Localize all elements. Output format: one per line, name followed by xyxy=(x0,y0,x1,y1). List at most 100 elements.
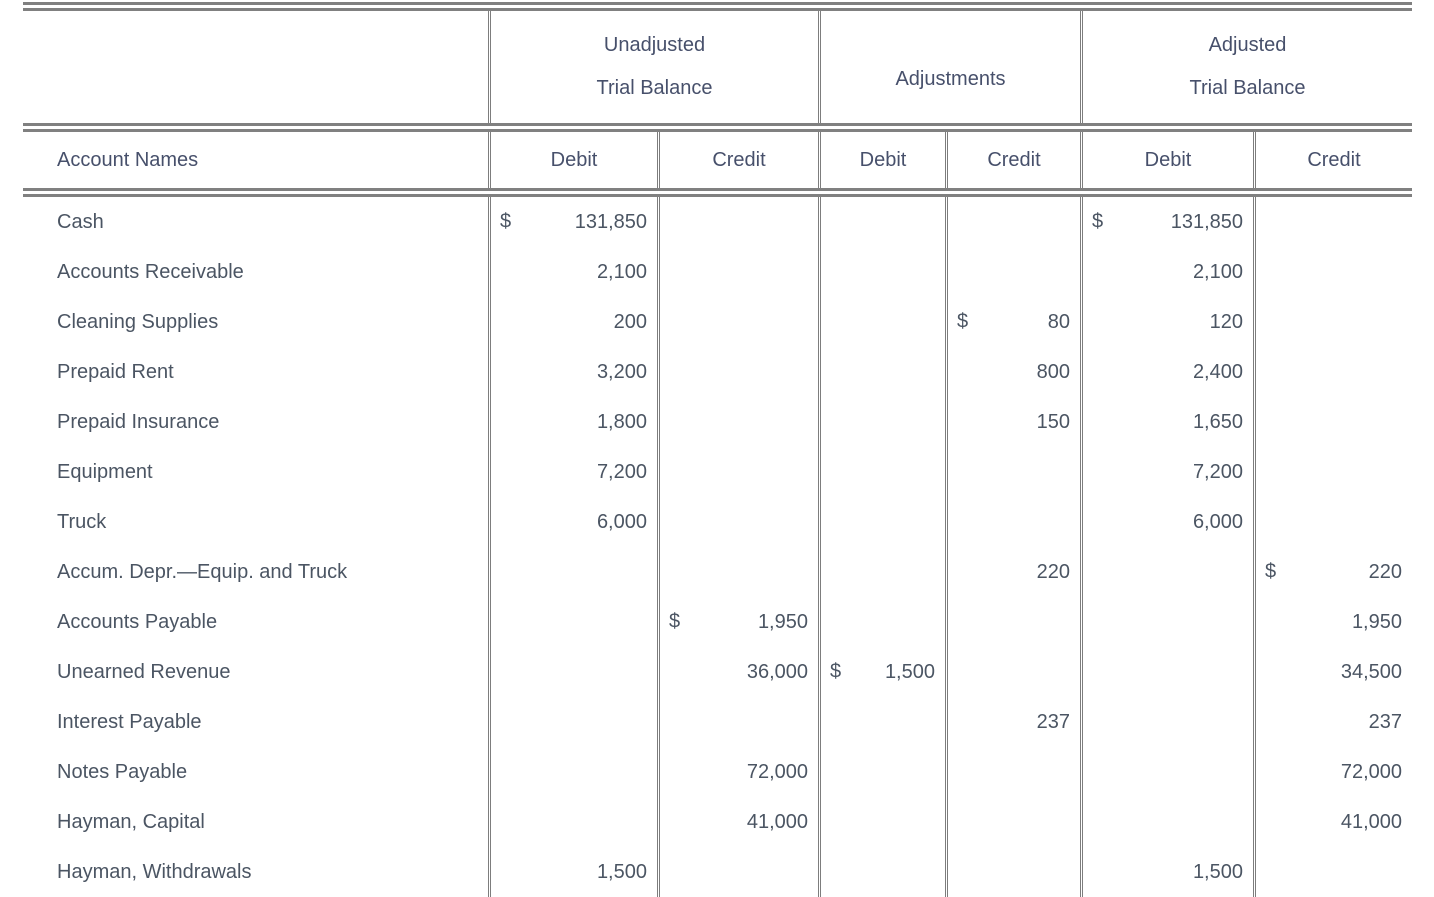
cell-utb-credit xyxy=(657,497,818,547)
currency-symbol: $ xyxy=(957,310,969,333)
amount-value: 800 xyxy=(1036,360,1070,383)
cell-adj-debit xyxy=(818,347,945,397)
cell-atb-credit: 1,950 xyxy=(1253,597,1412,647)
cell-adj-credit xyxy=(945,197,1080,247)
cell-atb-credit xyxy=(1253,297,1412,347)
currency-symbol: $ xyxy=(500,210,512,233)
table-row: Prepaid Rent 3,200 800 2,400 xyxy=(23,347,1412,397)
cell-utb-credit xyxy=(657,697,818,747)
cell-utb-debit xyxy=(488,747,657,797)
cell-adj-credit: 237 xyxy=(945,697,1080,747)
cell-atb-credit: 41,000 xyxy=(1253,797,1412,847)
table-row: Hayman, Withdrawals 1,500 1,500 xyxy=(23,847,1412,897)
cell-utb-debit xyxy=(488,797,657,847)
amount-value: 7,200 xyxy=(1192,460,1243,483)
amount-value: 2,100 xyxy=(596,260,647,283)
cell-account-name: Interest Payable xyxy=(57,710,202,733)
cell-utb-debit xyxy=(488,647,657,697)
cell-adj-debit xyxy=(818,247,945,297)
amount-value: 72,000 xyxy=(1340,760,1402,783)
cell-utb-credit xyxy=(657,547,818,597)
cell-utb-credit xyxy=(657,347,818,397)
cell-account-name: Cleaning Supplies xyxy=(57,310,219,333)
cell-adj-debit xyxy=(818,547,945,597)
currency-symbol: $ xyxy=(1265,560,1277,583)
cell-adj-credit xyxy=(945,497,1080,547)
cell-atb-debit xyxy=(1080,647,1253,697)
amount-value: 41,000 xyxy=(1340,810,1402,833)
amount-value: 41,000 xyxy=(746,810,808,833)
amount-value: 1,650 xyxy=(1192,410,1243,433)
cell-utb-debit xyxy=(488,697,657,747)
amount-value: 1,800 xyxy=(596,410,647,433)
cell-atb-debit xyxy=(1080,797,1253,847)
header-group-unadjusted-trial-balance: Unadjusted Trial Balance xyxy=(488,11,818,123)
table-top-rule xyxy=(23,2,1412,11)
amount-value: 150 xyxy=(1036,410,1070,433)
cell-adj-debit xyxy=(818,697,945,747)
cell-account-name: Hayman, Withdrawals xyxy=(57,860,252,883)
cell-account-name: Unearned Revenue xyxy=(57,660,231,683)
header-divider-rule xyxy=(23,123,1412,132)
cell-adj-debit: $1,500 xyxy=(818,647,945,697)
header-group-adjusted-trial-balance: Adjusted Trial Balance xyxy=(1080,11,1412,123)
amount-value: 72,000 xyxy=(746,760,808,783)
amount-value: 7,200 xyxy=(596,460,647,483)
header-group-line1: Unadjusted xyxy=(603,34,706,56)
cell-account-name: Cash xyxy=(57,210,104,233)
cell-account-name: Accounts Receivable xyxy=(57,260,244,283)
table-row: Notes Payable 72,000 72,000 xyxy=(23,747,1412,797)
cell-atb-debit xyxy=(1080,547,1253,597)
cell-utb-credit xyxy=(657,447,818,497)
cell-account-name: Accum. Depr.—Equip. and Truck xyxy=(57,560,348,583)
column-header-utb-credit: Credit xyxy=(657,132,818,188)
cell-adj-debit xyxy=(818,747,945,797)
cell-atb-credit: 237 xyxy=(1253,697,1412,747)
cell-adj-debit xyxy=(818,447,945,497)
cell-adj-debit xyxy=(818,197,945,247)
header-group-line2: Trial Balance xyxy=(1189,77,1306,99)
currency-symbol: $ xyxy=(830,660,842,683)
rule-segment xyxy=(23,188,1412,197)
table-row: Prepaid Insurance 1,800 150 1,650 xyxy=(23,397,1412,447)
cell-account-name: Accounts Payable xyxy=(57,610,218,633)
column-header-account-names: Account Names xyxy=(57,148,199,171)
amount-value: 1,950 xyxy=(1351,610,1402,633)
cell-utb-debit: $131,850 xyxy=(488,197,657,247)
amount-value: 6,000 xyxy=(1192,510,1243,533)
column-header-adj-debit: Debit xyxy=(818,132,945,188)
cell-atb-credit: 72,000 xyxy=(1253,747,1412,797)
cell-utb-debit: 1,800 xyxy=(488,397,657,447)
amount-value: 2,100 xyxy=(1192,260,1243,283)
cell-atb-debit: 2,400 xyxy=(1080,347,1253,397)
header-group-adjustments: Adjustments xyxy=(818,11,1080,123)
table-row: Unearned Revenue 36,000 $1,500 34,500 xyxy=(23,647,1412,697)
cell-utb-debit: 7,200 xyxy=(488,447,657,497)
cell-utb-debit: 3,200 xyxy=(488,347,657,397)
cell-atb-debit: 6,000 xyxy=(1080,497,1253,547)
cell-adj-credit xyxy=(945,597,1080,647)
cell-atb-credit: 34,500 xyxy=(1253,647,1412,697)
cell-atb-credit xyxy=(1253,447,1412,497)
header-group-line2: Adjustments xyxy=(895,67,1006,90)
amount-value: 1,500 xyxy=(1192,860,1243,883)
cell-adj-credit xyxy=(945,647,1080,697)
cell-atb-debit: 1,650 xyxy=(1080,397,1253,447)
rule-segment xyxy=(23,123,1412,132)
cell-atb-debit: 1,500 xyxy=(1080,847,1253,897)
header-group-account-names xyxy=(23,11,488,123)
cell-adj-debit xyxy=(818,797,945,847)
cell-adj-debit xyxy=(818,597,945,647)
amount-value: 220 xyxy=(1036,560,1070,583)
cell-utb-credit xyxy=(657,847,818,897)
cell-atb-credit: $220 xyxy=(1253,547,1412,597)
amount-value: 1,950 xyxy=(757,610,808,633)
cell-utb-debit xyxy=(488,547,657,597)
cell-adj-credit xyxy=(945,747,1080,797)
amount-value: 131,850 xyxy=(1170,210,1243,233)
table-row: Hayman, Capital 41,000 41,000 xyxy=(23,797,1412,847)
cell-utb-debit: 200 xyxy=(488,297,657,347)
table-row: Interest Payable 237 237 xyxy=(23,697,1412,747)
amount-value: 1,500 xyxy=(596,860,647,883)
column-header-utb-debit: Debit xyxy=(488,132,657,188)
